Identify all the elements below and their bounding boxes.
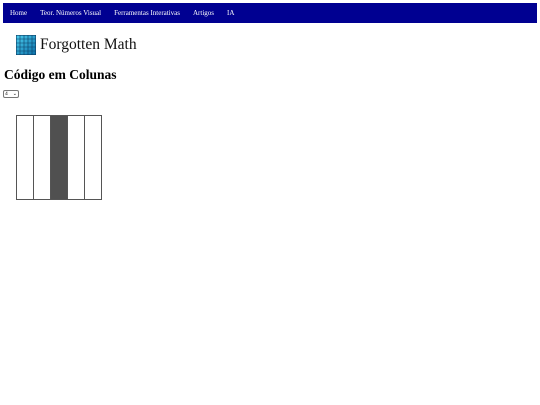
nav-item-home[interactable]: Home — [10, 3, 27, 23]
column-cell-3[interactable] — [51, 116, 68, 199]
brand-name: Forgotten Math — [40, 36, 137, 53]
top-navbar: Home Teor. Números Visual Ferramentas In… — [3, 3, 537, 23]
column-count-select[interactable]: 4 ⌄ — [3, 90, 19, 98]
brand-logo-link[interactable]: Forgotten Math — [16, 35, 137, 55]
column-cell-5[interactable] — [85, 116, 101, 199]
chevron-down-icon: ⌄ — [12, 91, 17, 97]
nav-item-visual-number-theory[interactable]: Teor. Números Visual — [40, 3, 101, 23]
nav-item-articles[interactable]: Artigos — [193, 3, 214, 23]
nav-item-interactive-tools[interactable]: Ferramentas Interativas — [114, 3, 180, 23]
page: Home Teor. Números Visual Ferramentas In… — [0, 0, 540, 405]
page-title: Código em Colunas — [4, 67, 117, 82]
column-count-value: 4 — [5, 91, 8, 97]
column-cell-4[interactable] — [68, 116, 85, 199]
column-cell-1[interactable] — [17, 116, 34, 199]
column-code-grid — [16, 115, 102, 200]
grid-logo-icon — [16, 35, 36, 55]
nav-item-ia[interactable]: IA — [227, 3, 234, 23]
column-cell-2[interactable] — [34, 116, 51, 199]
